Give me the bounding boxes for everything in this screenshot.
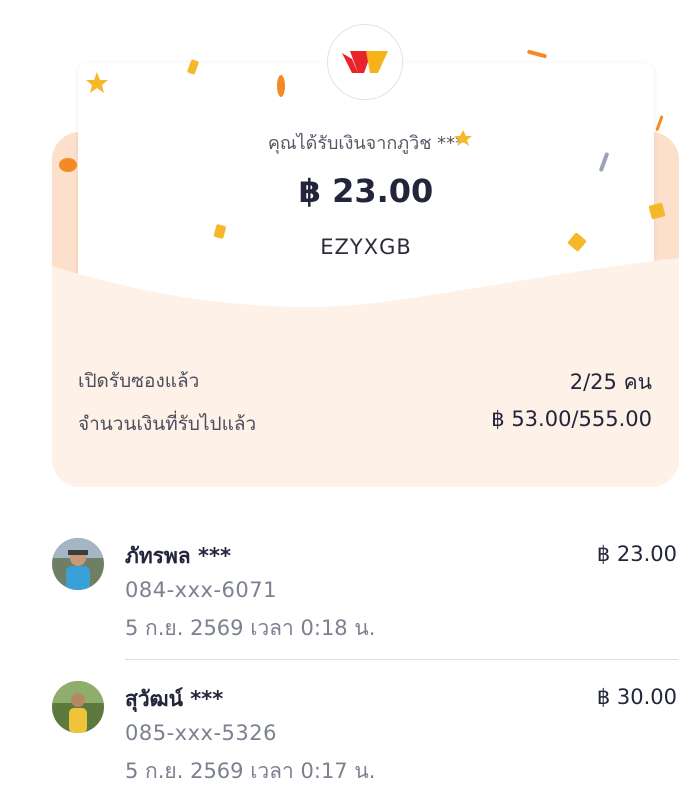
recipient-amount: ฿ 23.00 <box>596 542 677 566</box>
claimed-amount-value: ฿ 53.00/555.00 <box>491 407 652 431</box>
confetti-piece <box>527 49 547 59</box>
brand-logo <box>327 24 403 100</box>
list-divider <box>125 659 678 660</box>
recipient-phone: 084-xxx-6071 <box>125 578 277 602</box>
envelope-front <box>52 258 679 487</box>
wallet-logo-icon <box>342 51 388 73</box>
avatar <box>52 538 104 590</box>
recipient-time: 5 ก.ย. 2569 เวลา 0:17 น. <box>125 759 376 783</box>
recipient-name: สุวัฒน์ *** <box>125 687 224 711</box>
confetti-piece <box>655 115 664 131</box>
received-amount: ฿ 23.00 <box>298 172 434 210</box>
claimed-amount-label: จำนวนเงินที่รับไปแล้ว <box>78 413 257 435</box>
sender-line: คุณได้รับเงินจากภูวิช *** <box>267 133 465 154</box>
recipient-amount: ฿ 30.00 <box>596 685 677 709</box>
list-item[interactable]: ภัทรพล *** ฿ 23.00 084-xxx-6071 5 ก.ย. 2… <box>52 538 679 668</box>
opened-count-label: เปิดรับซองแล้ว <box>78 370 200 392</box>
gift-code: EZYXGB <box>320 235 412 259</box>
recipient-name: ภัทรพล *** <box>125 544 231 568</box>
recipient-time: 5 ก.ย. 2569 เวลา 0:18 น. <box>125 616 376 640</box>
avatar <box>52 681 104 733</box>
recipient-phone: 085-xxx-5326 <box>125 721 277 745</box>
list-item[interactable]: สุวัฒน์ *** ฿ 30.00 085-xxx-5326 5 ก.ย. … <box>52 681 679 803</box>
opened-count-value: 2/25 คน <box>569 370 652 394</box>
